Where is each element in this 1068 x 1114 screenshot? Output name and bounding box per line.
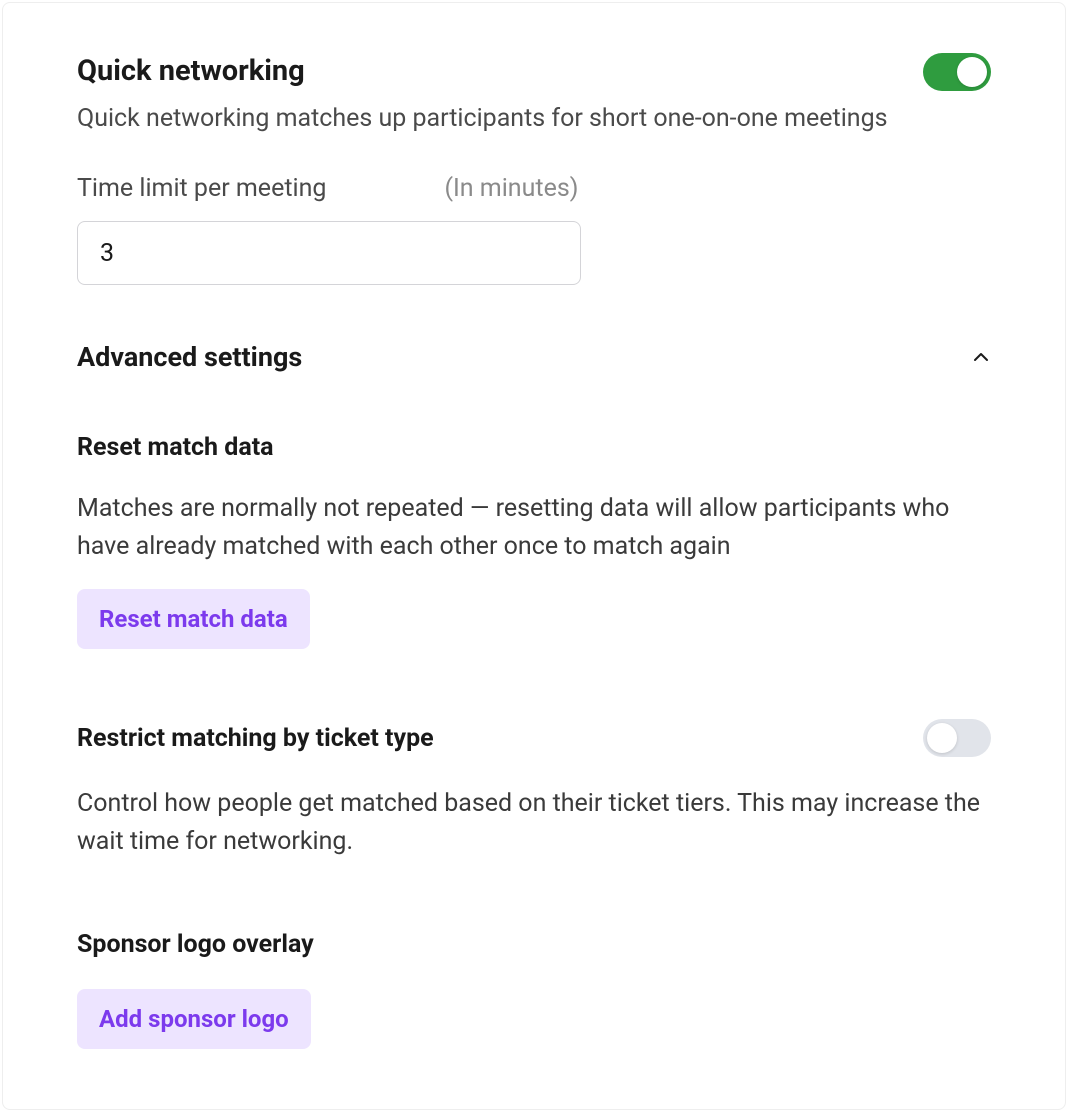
time-limit-input[interactable] [77, 221, 581, 285]
advanced-settings-header[interactable]: Advanced settings [77, 341, 991, 373]
reset-match-description: Matches are normally not repeated — rese… [77, 490, 991, 565]
quick-networking-title: Quick networking [77, 53, 305, 91]
advanced-settings-title: Advanced settings [77, 341, 302, 373]
toggle-knob [927, 723, 957, 753]
reset-match-button[interactable]: Reset match data [77, 589, 310, 649]
time-limit-hint: (In minutes) [444, 174, 578, 203]
toggle-knob [957, 57, 987, 87]
restrict-matching-description: Control how people get matched based on … [77, 785, 991, 860]
time-limit-label: Time limit per meeting [77, 174, 326, 203]
restrict-matching-toggle[interactable] [923, 719, 991, 757]
sponsor-logo-title: Sponsor logo overlay [77, 930, 991, 959]
quick-networking-toggle[interactable] [923, 53, 991, 91]
add-sponsor-logo-button[interactable]: Add sponsor logo [77, 989, 311, 1049]
restrict-matching-title: Restrict matching by ticket type [77, 724, 434, 753]
reset-match-title: Reset match data [77, 433, 991, 462]
chevron-up-icon [971, 347, 991, 367]
quick-networking-description: Quick networking matches up participants… [77, 101, 991, 136]
